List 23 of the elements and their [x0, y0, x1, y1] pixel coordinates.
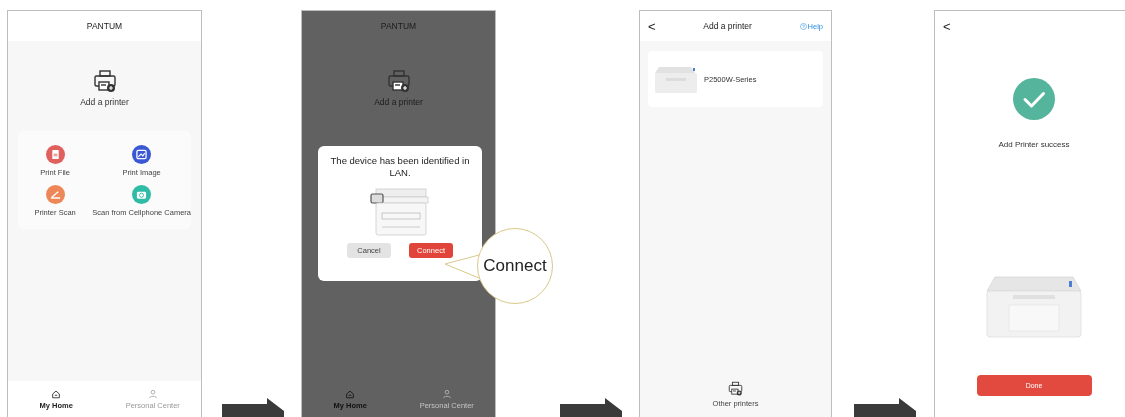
house-icon [51, 388, 62, 399]
add-printer-label[interactable]: Add a printer [80, 97, 129, 107]
printer-icon [728, 381, 743, 396]
app-title: PANTUM [380, 21, 417, 31]
printer-drawing [654, 64, 698, 94]
person-icon [147, 388, 158, 399]
back-button[interactable]: < [648, 18, 656, 34]
person-icon [441, 388, 452, 399]
printer-icon [386, 69, 411, 93]
house-icon [345, 388, 356, 399]
success-message: Add Printer success [998, 140, 1070, 149]
zoom-callout: Connect [477, 228, 553, 304]
arrow-icon [222, 398, 284, 417]
dialog-message: The device has been identified in LAN. [329, 155, 471, 179]
page-title: Add a printer [703, 21, 752, 31]
checkmark-icon [1013, 78, 1055, 120]
leader-line [445, 252, 479, 280]
arrow-icon [854, 398, 916, 417]
arrow-icon [560, 398, 622, 417]
help-icon [799, 22, 807, 30]
app-title: PANTUM [86, 21, 123, 31]
printer-icon [92, 69, 117, 93]
back-button[interactable]: < [943, 19, 951, 34]
